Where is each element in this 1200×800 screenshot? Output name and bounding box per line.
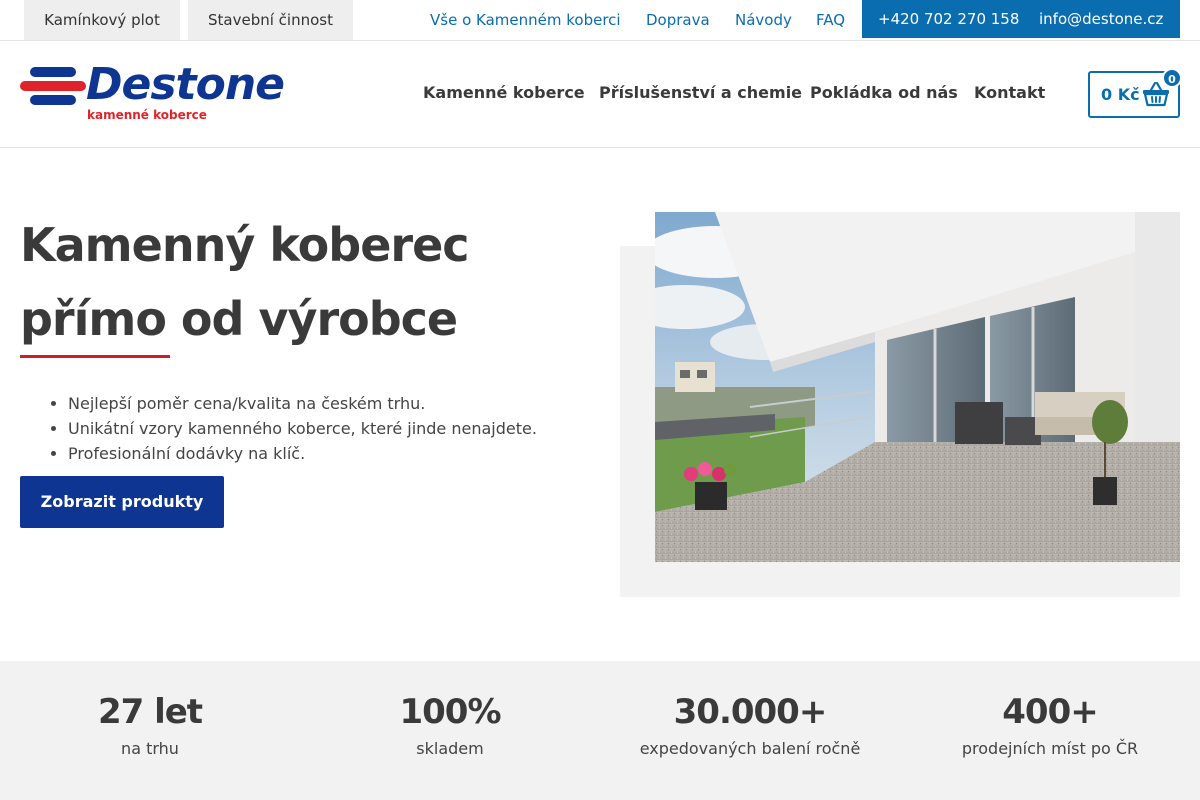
phone-link[interactable]: +420 702 270 158 [878,0,1019,38]
list-item: Unikátní vzory kamenného koberce, které … [68,416,588,441]
email-link[interactable]: info@destone.cz [1039,0,1163,38]
list-item: Profesionální dodávky na klíč. [68,441,588,466]
hero-benefit-list: Nejlepší poměr cena/kvalita na českém tr… [48,391,588,466]
top-link-about[interactable]: Vše o Kamenném koberci [430,0,621,40]
stat-shipments: 30.000+ expedovaných balení ročně [600,689,900,758]
stat-stock: 100% skladem [300,689,600,758]
top-tab-kaminkovy-plot[interactable]: Kamínkový plot [24,0,180,40]
stat-value: 400+ [1002,692,1098,732]
stat-label: na trhu [121,739,179,758]
logo-wordmark: Destone [86,59,285,110]
top-contact-bar: +420 702 270 158 info@destone.cz [862,0,1180,38]
cart-button[interactable]: 0 Kč 0 [1088,68,1182,118]
nav-item-prislusenstvi[interactable]: Příslušenství a chemie [599,83,802,102]
top-link-guides[interactable]: Návody [735,0,792,40]
cart-count-badge: 0 [1162,68,1182,88]
cart-price: 0 Kč [1101,85,1140,104]
stat-value: 27 let [97,692,203,732]
hero-terrace-image [655,212,1180,562]
hero-title: Kamenný koberec přímo od výrobce [20,208,580,356]
stat-label: skladem [416,739,484,758]
show-products-button[interactable]: Zobrazit produkty [20,476,224,528]
stat-label: expedovaných balení ročně [639,739,861,758]
hero-title-line-1: Kamenný koberec [20,218,470,272]
nav-item-pokladka[interactable]: Pokládka od nás [810,83,958,102]
list-item: Nejlepší poměr cena/kvalita na českém tr… [68,391,588,416]
top-link-faq[interactable]: FAQ [816,0,845,40]
logo-tagline: kamenné koberce [87,108,207,122]
nav-item-kontakt[interactable]: Kontakt [974,83,1045,102]
stat-value: 100% [399,692,501,732]
stat-stores: 400+ prodejních míst po ČR [900,689,1200,758]
stat-years: 27 let na trhu [0,689,300,758]
top-tab-stavebni-cinnost[interactable]: Stavební činnost [188,0,353,40]
site-logo[interactable]: Destone kamenné koberce [20,59,310,125]
nav-item-kamenne-koberce[interactable]: Kamenné koberce [423,83,585,102]
top-bar: Kamínkový plot Stavební činnost Vše o Ka… [0,0,1200,41]
hero-title-underline [20,355,170,358]
logo-mark-icon [20,67,88,107]
site-header: Destone kamenné koberce Kamenné koberce … [0,41,1200,148]
stat-value: 30.000+ [673,692,828,732]
hero-title-line-2: přímo od výrobce [20,292,458,346]
stats-band: 27 let na trhu 100% skladem 30.000+ expe… [0,661,1200,800]
top-link-shipping[interactable]: Doprava [646,0,710,40]
stat-label: prodejních míst po ČR [961,739,1139,758]
